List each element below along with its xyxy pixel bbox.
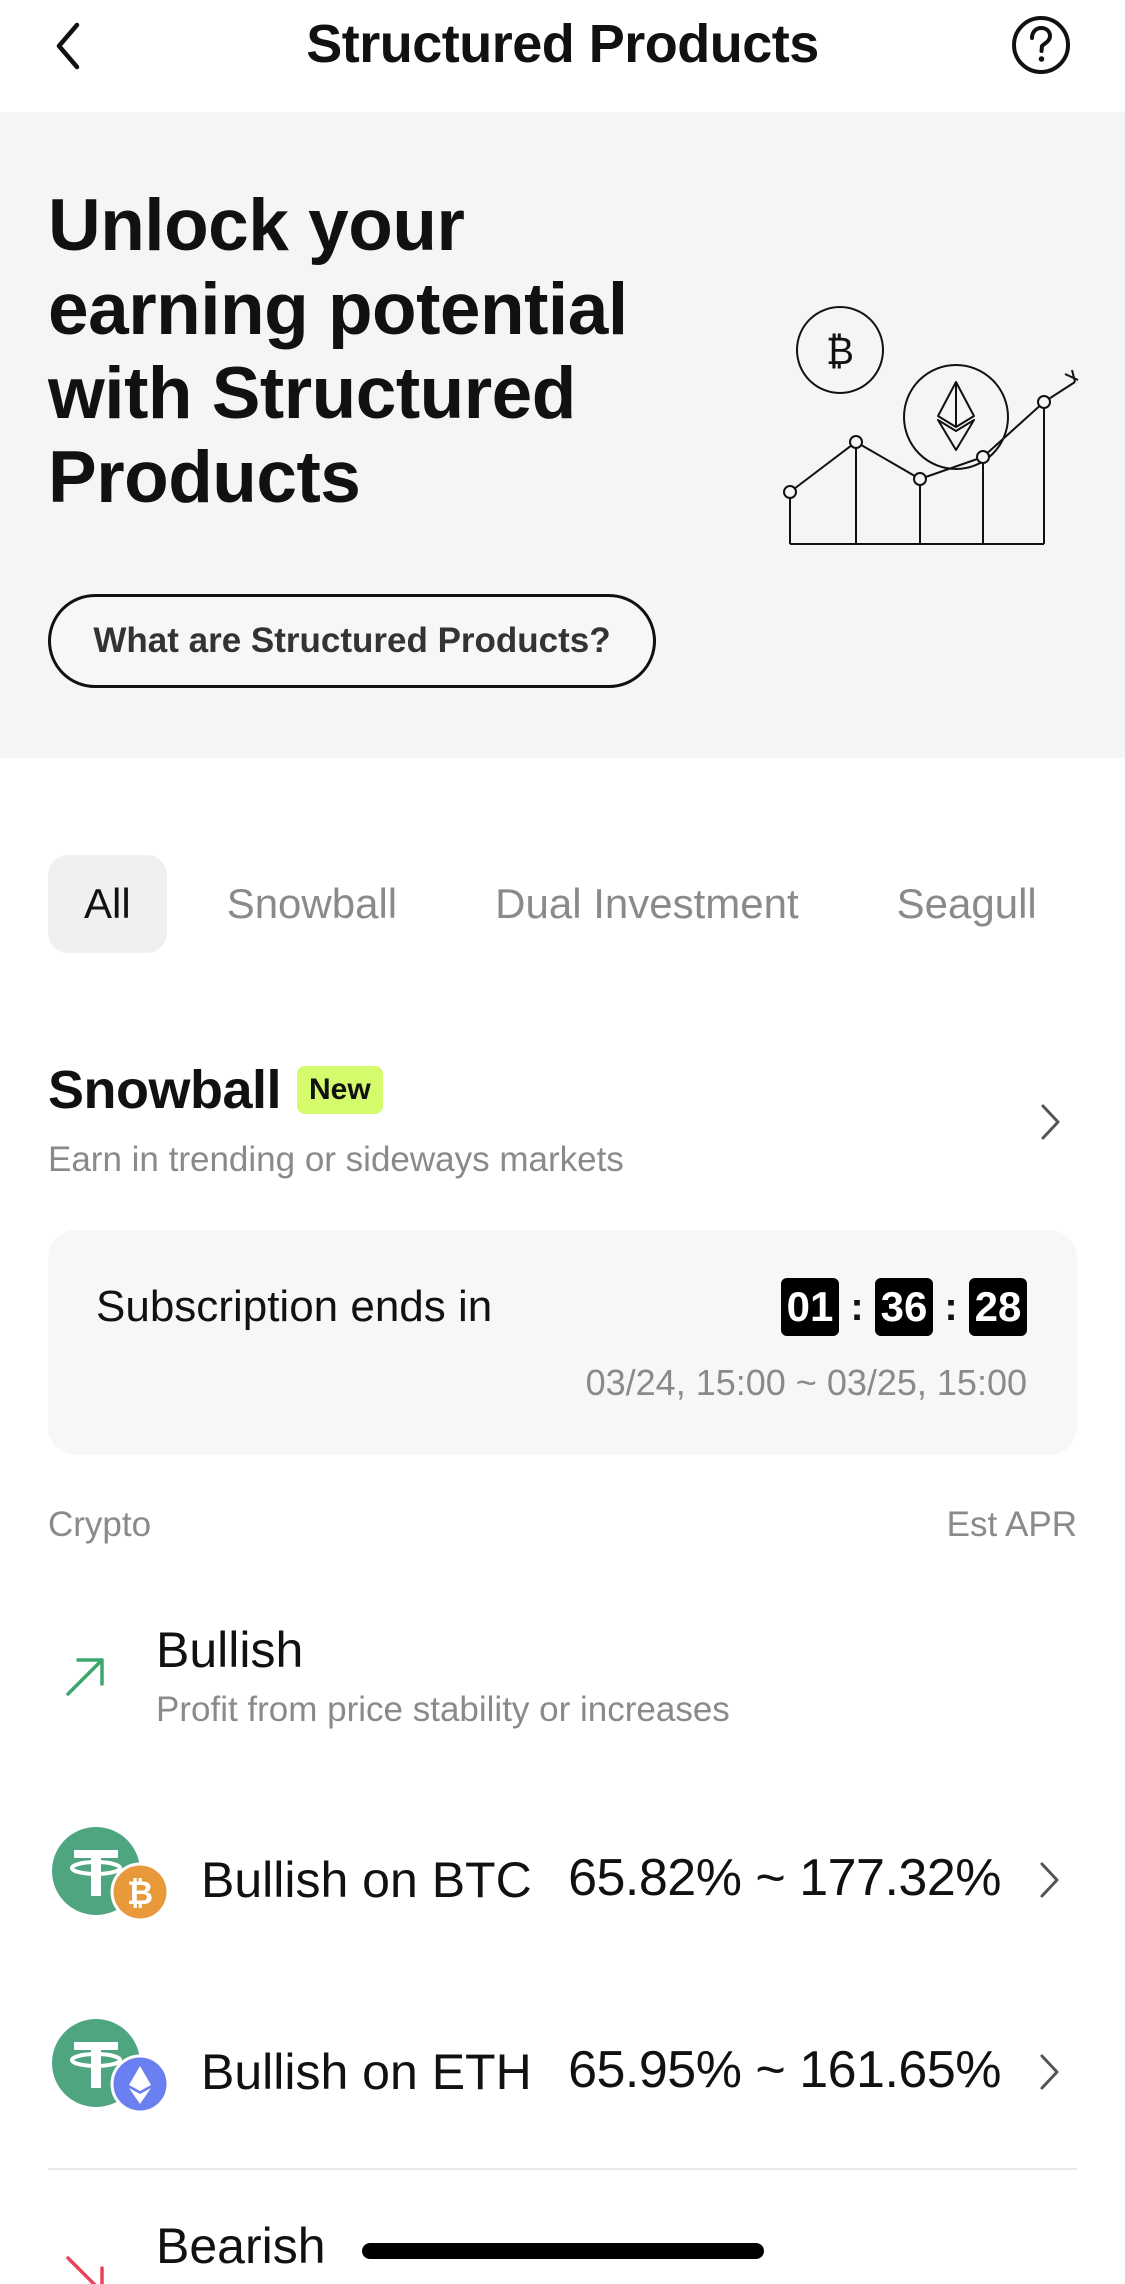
line-chart-icon — [783, 369, 1079, 545]
snowball-section-header[interactable]: Snowball New — [48, 1058, 383, 1122]
subscription-range: 03/24, 15:00 ~ 03/25, 15:00 — [585, 1362, 1027, 1403]
tab-dual-investment[interactable]: Dual Investment — [495, 855, 798, 953]
tab-snowball[interactable]: Snowball — [227, 855, 397, 953]
countdown-timer: 01 : 36 : 28 — [781, 1278, 1027, 1336]
question-circle-icon — [1012, 16, 1070, 74]
usdt-eth-pair-icon — [52, 2019, 170, 2114]
svg-text:₿: ₿ — [826, 329, 854, 373]
column-header-crypto: Crypto — [48, 1505, 152, 1544]
tab-all[interactable]: All — [48, 855, 167, 953]
divider — [48, 2168, 1077, 2170]
chevron-right-icon — [1040, 1862, 1059, 1898]
hero-title: Unlock your earning potential with Struc… — [48, 185, 628, 518]
countdown-minutes: 36 — [875, 1278, 933, 1336]
hero-banner: Unlock your earning potential with Struc… — [0, 112, 1125, 758]
product-tabs: All Snowball Dual Investment Seagull — [48, 855, 1037, 953]
product-name: Bullish on BTC — [201, 1852, 532, 1908]
product-apr: 65.82% ~ 177.32% — [568, 1849, 1001, 1907]
countdown-separator: : — [944, 1284, 958, 1329]
arrow-up-right-icon — [66, 1658, 104, 1696]
new-badge: New — [297, 1066, 383, 1114]
product-row-bullish-eth[interactable]: Bullish on ETH 65.95% ~ 161.65% — [48, 2004, 1077, 2134]
what-are-structured-products-button[interactable]: What are Structured Products? — [48, 594, 656, 688]
countdown-separator: : — [850, 1284, 864, 1329]
home-indicator[interactable] — [362, 2243, 764, 2259]
help-button[interactable] — [1010, 14, 1072, 76]
category-description-bullish: Profit from price stability or increases — [156, 1690, 730, 1729]
section-subtitle: Earn in trending or sideways markets — [48, 1140, 624, 1179]
usdt-btc-pair-icon: ₿ — [52, 1827, 170, 1922]
chevron-right-icon[interactable] — [1038, 1100, 1064, 1144]
btc-icon: ₿ — [127, 1874, 153, 1912]
chart-growth-illustration: ₿ — [783, 306, 1079, 545]
chevron-right-icon — [1040, 2054, 1059, 2090]
eth-coin-icon — [903, 364, 1009, 470]
subscription-label: Subscription ends in — [96, 1282, 493, 1331]
btc-coin-icon: ₿ — [796, 306, 884, 394]
countdown-seconds: 28 — [969, 1278, 1027, 1336]
arrow-down-right-icon — [66, 2256, 104, 2284]
category-title-bearish: Bearish — [156, 2218, 326, 2274]
category-title-bullish: Bullish — [156, 1622, 304, 1678]
column-header-est-apr: Est APR — [946, 1505, 1077, 1544]
section-title: Snowball — [48, 1060, 282, 1120]
tab-seagull[interactable]: Seagull — [897, 855, 1037, 953]
countdown-hours: 01 — [781, 1278, 839, 1336]
product-apr: 65.95% ~ 161.65% — [568, 2041, 1001, 2099]
top-bar: Structured Products — [0, 0, 1125, 112]
product-row-bullish-btc[interactable]: ₿ Bullish on BTC 65.82% ~ 177.32% — [48, 1812, 1077, 1942]
subscription-card: Subscription ends in 01 : 36 : 28 03/24,… — [48, 1230, 1077, 1455]
product-name: Bullish on ETH — [201, 2044, 532, 2100]
page-title: Structured Products — [306, 14, 819, 74]
